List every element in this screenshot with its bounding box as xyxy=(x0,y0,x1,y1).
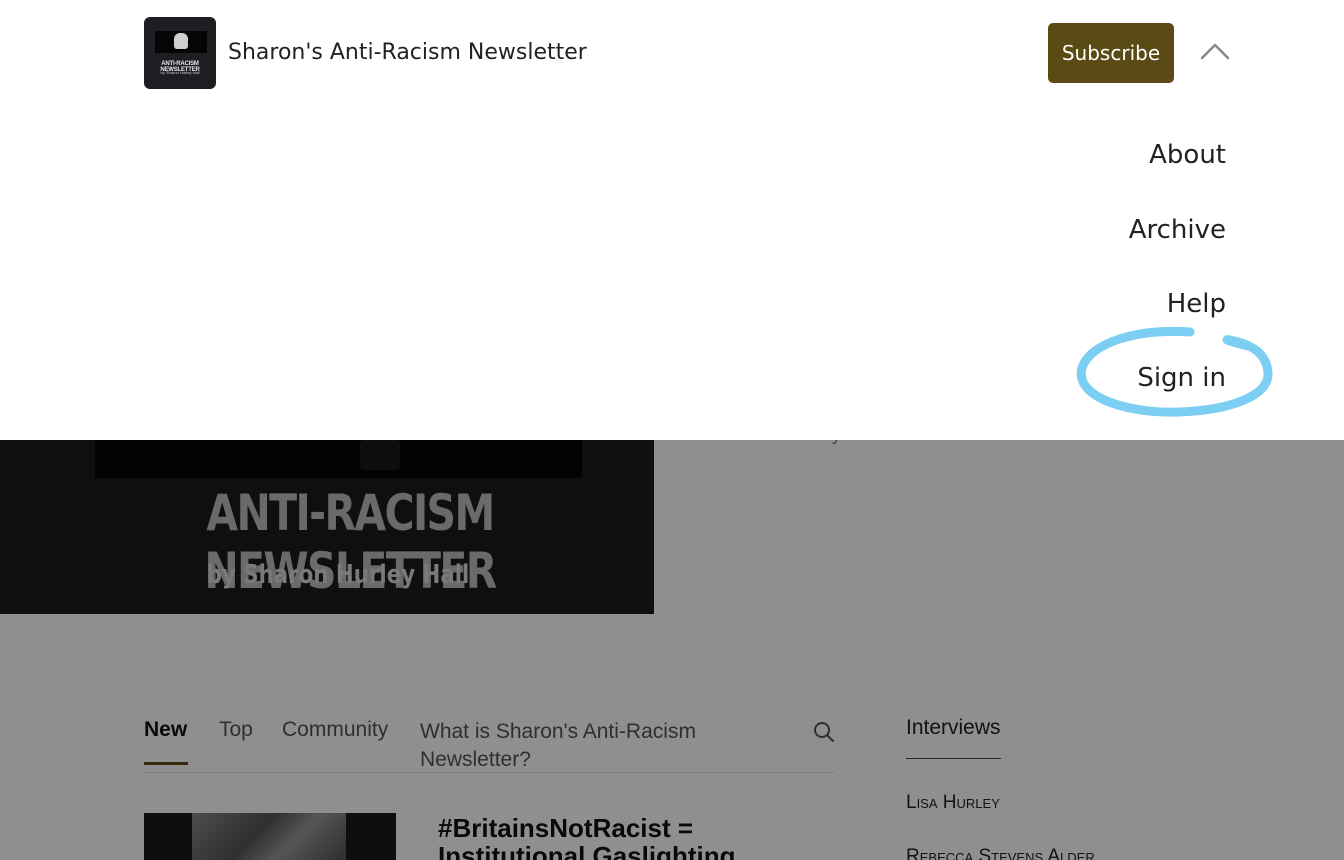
logo-byline: by Sharon Hurley Hall xyxy=(160,70,200,75)
site-title[interactable]: Sharon's Anti-Racism Newsletter xyxy=(228,40,587,65)
site-logo[interactable]: ANTI-RACISM NEWSLETTER by Sharon Hurley … xyxy=(144,17,216,89)
fist-icon xyxy=(174,33,188,49)
navigation-menu-panel: ANTI-RACISM NEWSLETTER by Sharon Hurley … xyxy=(0,0,1344,440)
menu-item-about[interactable]: About xyxy=(1149,140,1226,170)
subscribe-button[interactable]: Subscribe xyxy=(1048,23,1174,83)
menu-item-archive[interactable]: Archive xyxy=(1129,215,1226,245)
menu-item-help[interactable]: Help xyxy=(1167,289,1226,319)
chevron-up-icon[interactable] xyxy=(1198,38,1232,64)
menu-item-sign-in[interactable]: Sign in xyxy=(1137,363,1226,393)
